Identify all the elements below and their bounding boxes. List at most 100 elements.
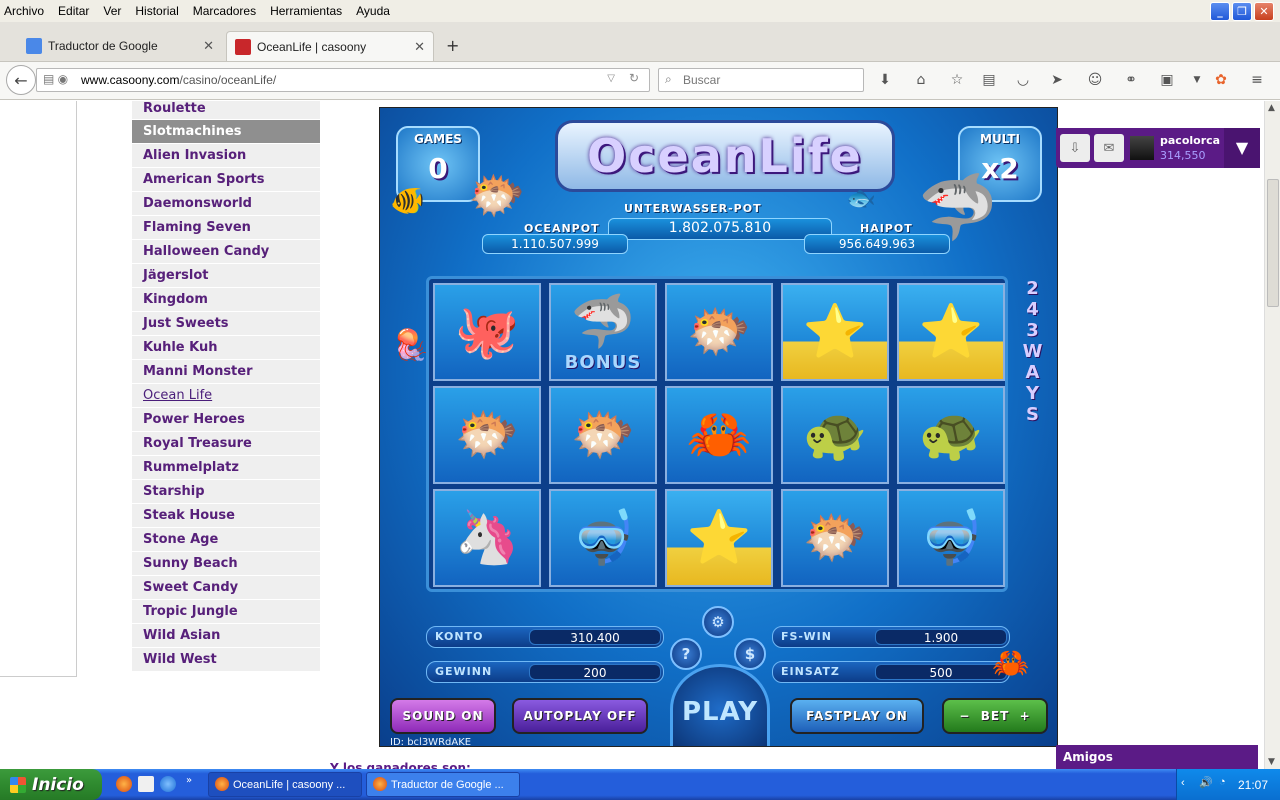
system-tray: ‹ 🔊 ◔ 21:07: [1176, 769, 1280, 800]
overflow-dropdown-icon[interactable]: ▼: [1188, 71, 1206, 89]
game-link[interactable]: Starship: [132, 480, 320, 504]
game-link[interactable]: Flaming Seven: [132, 216, 320, 240]
url-bar[interactable]: ▤ ◉ www.casoony.com/casino/oceanLife/ ▽ …: [36, 68, 650, 92]
paytable-button[interactable]: $: [734, 638, 766, 670]
menu-marcadores[interactable]: Marcadores: [193, 4, 256, 18]
settings-gear-button[interactable]: ⚙: [702, 606, 734, 638]
close-tab-icon[interactable]: ✕: [414, 39, 425, 55]
chevron-down-icon[interactable]: ▼: [1224, 128, 1260, 168]
game-link[interactable]: Wild Asian: [132, 624, 320, 648]
bet-decrease-button[interactable]: −: [959, 709, 970, 723]
menu-archivo[interactable]: Archivo: [4, 4, 44, 18]
avatar[interactable]: [1130, 136, 1154, 160]
taskbar: Inicio » OceanLife | casoony ... Traduct…: [0, 769, 1280, 800]
game-link[interactable]: Sweet Candy: [132, 576, 320, 600]
tab-traductor[interactable]: Traductor de Google ✕: [18, 31, 222, 61]
mail-icon[interactable]: ✉: [1094, 134, 1124, 162]
menu-ver[interactable]: Ver: [103, 4, 121, 18]
game-link-current[interactable]: Ocean Life: [132, 384, 320, 408]
menu-herramientas[interactable]: Herramientas: [270, 4, 342, 18]
game-link[interactable]: Alien Invasion: [132, 144, 320, 168]
menu-icon[interactable]: ≡: [1248, 71, 1266, 89]
bet-increase-button[interactable]: +: [1020, 709, 1031, 723]
game-link[interactable]: Manni Monster: [132, 360, 320, 384]
game-link[interactable]: Jägerslot: [132, 264, 320, 288]
new-tab-icon[interactable]: +: [446, 36, 459, 55]
close-tab-icon[interactable]: ✕: [203, 38, 214, 54]
pocket-icon[interactable]: ◡: [1014, 71, 1032, 89]
menu-editar[interactable]: Editar: [58, 4, 89, 18]
slot-game[interactable]: GAMES 0 OceanLife MULTI x2 🐠 🐡 🦈 🐟 UNTER…: [379, 107, 1058, 747]
fswin-label: FS-WIN: [781, 630, 832, 643]
username: pacolorca: [1160, 134, 1221, 147]
back-button[interactable]: ←: [6, 65, 36, 95]
game-link[interactable]: Steak House: [132, 504, 320, 528]
download-icon[interactable]: ⬇: [876, 71, 894, 89]
fastplay-toggle[interactable]: FASTPLAY ON: [790, 698, 924, 734]
maximize-button[interactable]: ❐: [1232, 2, 1252, 21]
search-input[interactable]: ⌕ Buscar: [658, 68, 864, 92]
firefox-icon[interactable]: [116, 776, 132, 792]
game-link[interactable]: Stone Age: [132, 528, 320, 552]
site-identity-icon[interactable]: ▤ ◉: [43, 72, 68, 86]
tray-chevron-icon[interactable]: ‹: [1181, 777, 1185, 789]
network-icon[interactable]: ◔: [1219, 776, 1226, 788]
task-traductor[interactable]: Traductor de Google ...: [366, 772, 520, 797]
home-icon[interactable]: ⌂: [912, 71, 930, 89]
dropdown-icon[interactable]: ▽: [607, 73, 615, 84]
minimize-button[interactable]: _: [1210, 2, 1230, 21]
game-link[interactable]: Tropic Jungle: [132, 600, 320, 624]
scrollbar-thumb[interactable]: [1267, 179, 1279, 307]
reel-cell: ⭐: [781, 283, 889, 381]
game-link[interactable]: Daemonsworld: [132, 192, 320, 216]
game-link-roulette[interactable]: Roulette: [132, 101, 320, 120]
volume-icon[interactable]: 🔊: [1199, 776, 1213, 789]
ie-icon[interactable]: [160, 776, 176, 792]
explorer-icon[interactable]: [138, 776, 154, 792]
google-translate-icon: [26, 38, 42, 54]
start-label: Inicio: [32, 774, 84, 795]
reel-cell: 🐢: [781, 386, 889, 484]
close-window-button[interactable]: ✕: [1254, 2, 1274, 21]
start-button[interactable]: Inicio: [0, 769, 102, 800]
game-link[interactable]: Sunny Beach: [132, 552, 320, 576]
game-link[interactable]: Power Heroes: [132, 408, 320, 432]
help-button[interactable]: ?: [670, 638, 702, 670]
url-path: /casino/oceanLife/: [179, 73, 277, 87]
menu-historial[interactable]: Historial: [135, 4, 178, 18]
game-link[interactable]: Just Sweets: [132, 312, 320, 336]
scroll-down-icon[interactable]: ▼: [1268, 757, 1275, 767]
chat-icon[interactable]: ☺: [1086, 71, 1104, 89]
firefox-icon: [215, 777, 229, 791]
game-link[interactable]: American Sports: [132, 168, 320, 192]
game-link[interactable]: Wild West: [132, 648, 320, 672]
sound-toggle[interactable]: SOUND ON: [390, 698, 496, 734]
clipboard-icon[interactable]: ▣: [1158, 71, 1176, 89]
reader-icon[interactable]: ▤: [980, 71, 998, 89]
task-oceanlife[interactable]: OceanLife | casoony ...: [208, 772, 362, 797]
game-link[interactable]: Kingdom: [132, 288, 320, 312]
quicklaunch-chevron-icon[interactable]: »: [186, 775, 192, 786]
friends-bar[interactable]: Amigos: [1056, 745, 1258, 769]
share-icon[interactable]: ⚭: [1122, 71, 1140, 89]
reel-cell: 🦀: [665, 386, 773, 484]
game-link[interactable]: Rummelplatz: [132, 456, 320, 480]
menu-ayuda[interactable]: Ayuda: [356, 4, 390, 18]
einsatz-value: 500: [875, 664, 1007, 680]
scroll-up-icon[interactable]: ▲: [1268, 103, 1275, 113]
page-scrollbar[interactable]: ▲ ▼: [1264, 101, 1280, 769]
autoplay-toggle[interactable]: AUTOPLAY OFF: [512, 698, 648, 734]
play-button[interactable]: PLAY: [670, 664, 770, 746]
tab-oceanlife[interactable]: OceanLife | casoony ✕: [226, 31, 434, 61]
coin-icon[interactable]: ⇩: [1060, 134, 1090, 162]
send-icon[interactable]: ➤: [1048, 71, 1066, 89]
game-link[interactable]: Kuhle Kuh: [132, 336, 320, 360]
turtle-icon: 🐢: [802, 405, 868, 465]
fastplay-state: ON: [885, 709, 908, 723]
game-link[interactable]: Royal Treasure: [132, 432, 320, 456]
games-label: GAMES: [414, 132, 462, 146]
bookmark-star-icon[interactable]: ☆: [948, 71, 966, 89]
game-link[interactable]: Halloween Candy: [132, 240, 320, 264]
reload-icon[interactable]: ↻: [629, 71, 639, 85]
addon-icon[interactable]: ✿: [1212, 71, 1230, 89]
